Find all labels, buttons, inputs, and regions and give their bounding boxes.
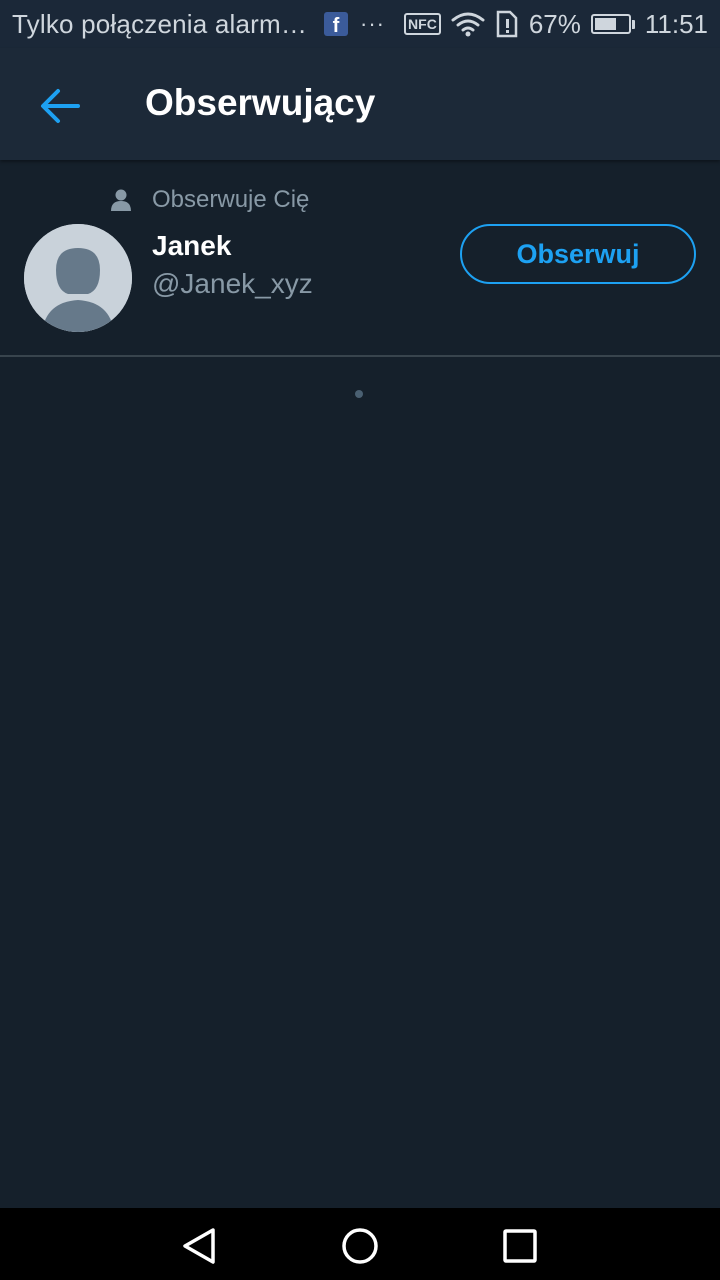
sim-alert-icon (496, 10, 518, 38)
screen: Tylko połączenia alarmo... f ··· NFC 67% (0, 0, 720, 1280)
app-header: Obserwujący (0, 48, 720, 160)
more-notifications-icon: ··· (360, 11, 385, 36)
follower-list-item[interactable]: Obserwuje Cię Janek @Janek_xyz Obserwuj (0, 160, 720, 356)
user-name[interactable]: Janek (152, 230, 231, 262)
navigation-bar (0, 1208, 720, 1280)
status-left: Tylko połączenia alarmo... f ··· (12, 9, 404, 40)
user-handle: @Janek_xyz (152, 268, 313, 299)
status-right: NFC 67% 11:51 (404, 9, 708, 40)
follow-button[interactable]: Obserwuj (460, 224, 696, 284)
clock: 11:51 (644, 8, 708, 39)
battery-percent: 67% (528, 8, 581, 39)
page-title: Obserwujący (145, 82, 376, 123)
recents-square-icon[interactable] (500, 1226, 540, 1266)
list-divider (0, 355, 720, 357)
facebook-icon: f (324, 12, 348, 36)
follows-you-context: Obserwuje Cię (110, 186, 309, 214)
arrow-left-icon (41, 89, 80, 123)
person-icon (111, 189, 131, 211)
wifi-icon (451, 12, 485, 37)
avatar[interactable] (24, 224, 132, 332)
back-button[interactable] (36, 86, 84, 126)
default-avatar-icon (24, 224, 132, 332)
nfc-icon: NFC (404, 13, 441, 35)
follows-you-label: Obserwuje Cię (152, 186, 310, 213)
back-triangle-icon[interactable] (180, 1226, 220, 1266)
home-circle-icon[interactable] (340, 1226, 380, 1266)
loading-indicator (355, 390, 363, 398)
notification-text: Tylko połączenia alarmo... (12, 8, 312, 39)
status-bar: Tylko połączenia alarmo... f ··· NFC 67% (0, 0, 720, 48)
battery-icon (590, 14, 635, 34)
